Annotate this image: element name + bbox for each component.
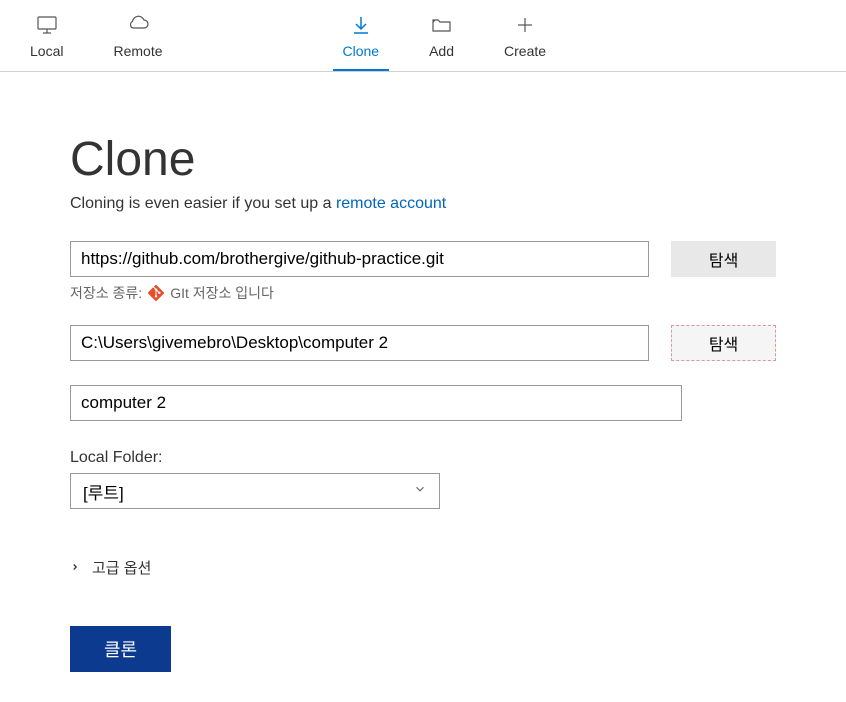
tab-local-label: Local (30, 43, 63, 59)
monitor-icon (35, 13, 59, 37)
tab-add[interactable]: Add (409, 0, 474, 71)
tab-create[interactable]: Create (484, 0, 566, 71)
repo-type-text: GIt 저장소 입니다 (170, 283, 274, 303)
tab-remote-label: Remote (113, 43, 162, 59)
advanced-options-label: 고급 옵션 (92, 557, 151, 578)
chevron-down-icon (413, 482, 427, 501)
dest-path-input[interactable] (70, 325, 649, 361)
repo-type-label: 저장소 종류: (70, 283, 142, 303)
page-subtitle: Cloning is even easier if you set up a r… (70, 195, 776, 213)
browse-source-button[interactable]: 탐색 (671, 241, 776, 277)
git-icon (148, 285, 164, 301)
local-folder-select[interactable]: [루트] (70, 473, 440, 509)
cloud-icon (126, 13, 150, 37)
tab-clone[interactable]: Clone (323, 0, 400, 71)
local-folder-value: [루트] (83, 479, 124, 504)
browse-dest-button[interactable]: 탐색 (671, 325, 776, 361)
plus-icon (513, 13, 537, 37)
local-folder-label: Local Folder: (70, 449, 776, 467)
source-url-input[interactable] (70, 241, 649, 277)
folder-open-icon (430, 13, 454, 37)
tab-create-label: Create (504, 43, 546, 59)
tab-local[interactable]: Local (10, 0, 83, 71)
tab-add-label: Add (429, 43, 454, 59)
chevron-right-icon (70, 559, 80, 576)
tab-remote[interactable]: Remote (93, 0, 182, 71)
name-input[interactable] (70, 385, 682, 421)
advanced-options-toggle[interactable]: 고급 옵션 (70, 557, 776, 578)
remote-account-link[interactable]: remote account (336, 195, 446, 212)
clone-button[interactable]: 클론 (70, 626, 171, 672)
download-icon (349, 13, 373, 37)
page-title: Clone (70, 132, 776, 187)
tab-clone-label: Clone (343, 43, 380, 59)
